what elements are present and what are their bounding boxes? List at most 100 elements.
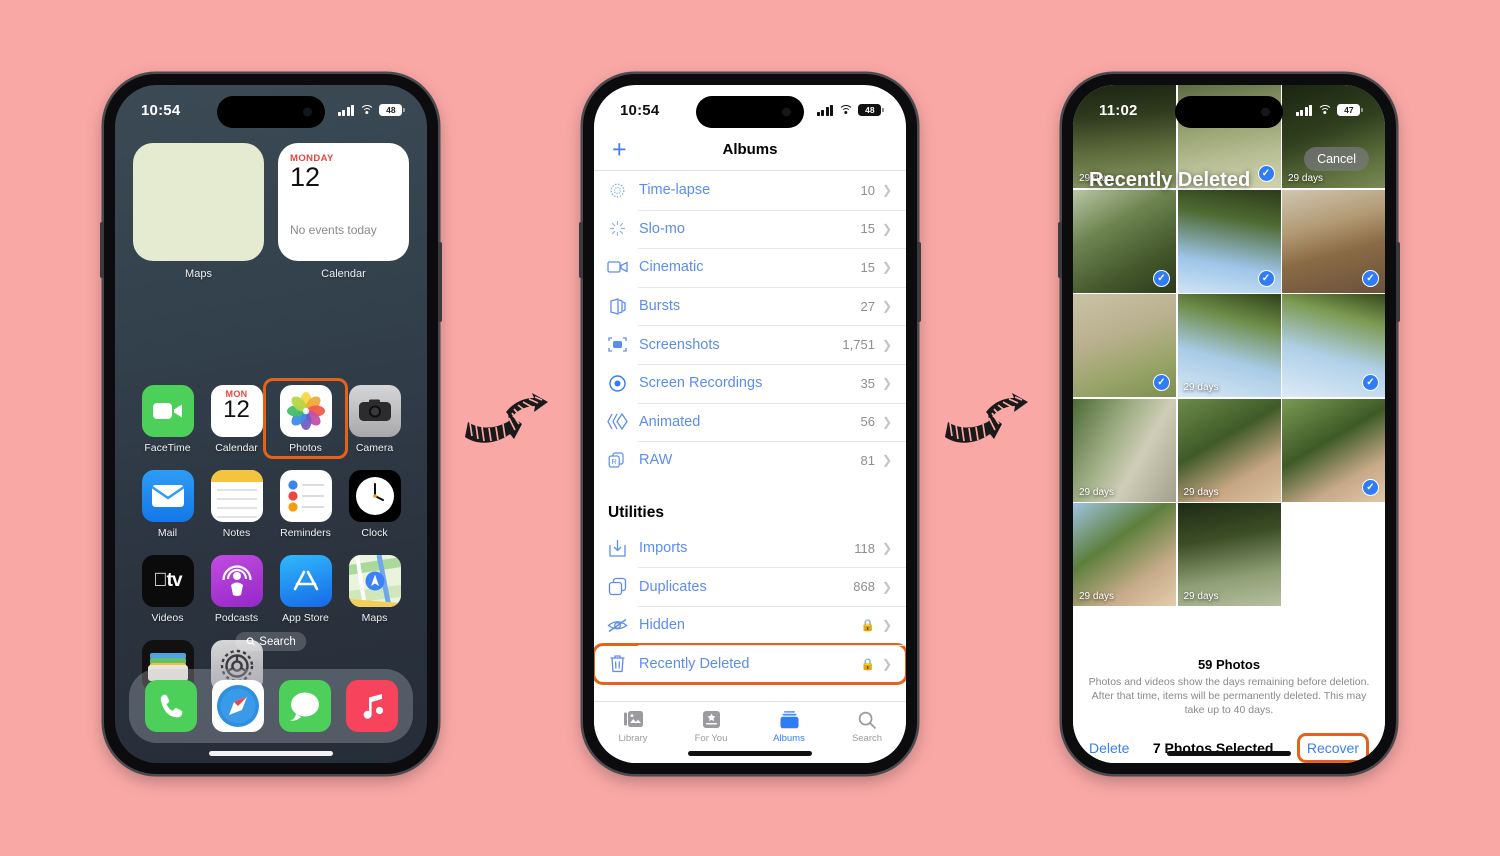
photo-empty-slot — [1282, 503, 1385, 606]
app-facetime[interactable]: FaceTime — [133, 385, 202, 454]
page-title: Recently Deleted — [1089, 169, 1251, 191]
album-count: 27 — [860, 298, 875, 314]
photo-cell[interactable]: 29 days — [1177, 398, 1281, 502]
music-icon[interactable] — [345, 680, 398, 732]
selected-check-icon: ✓ — [1257, 165, 1275, 182]
app-maps[interactable]: Maps — [340, 555, 409, 624]
album-name: Duplicates — [639, 578, 707, 595]
photo-cell[interactable]: ✓ — [1282, 294, 1385, 397]
album-row-time-lapse[interactable]: Time-lapse 10 ❯ — [594, 171, 906, 210]
safari-icon[interactable] — [211, 680, 264, 732]
album-count: 118 — [854, 540, 875, 556]
photo-cell[interactable]: ✓ — [1177, 189, 1281, 293]
album-name: Hidden — [639, 617, 685, 634]
photo-cell[interactable]: ✓ — [1282, 189, 1385, 293]
cancel-button[interactable]: Cancel — [1304, 147, 1369, 171]
album-count: 56 — [860, 414, 875, 430]
tab-search[interactable]: Search — [828, 709, 906, 744]
album-count: 1,751 — [842, 337, 875, 353]
album-row-raw[interactable]: R RAW 81 ❯ — [594, 441, 906, 480]
app-photos[interactable]: Photos — [263, 378, 348, 459]
tab-for-you[interactable]: For You — [672, 709, 750, 744]
delete-button[interactable]: Delete — [1089, 740, 1129, 756]
app-reminders[interactable]: Reminders — [271, 470, 340, 539]
chevron-right-icon: ❯ — [881, 618, 892, 633]
battery-icon: 48 — [379, 104, 405, 116]
phone-2-albums-screen: 10:54 48 + Albums Time-lapse 10 ❯ Slo-mo… — [579, 74, 921, 774]
maps-widget-surface[interactable] — [133, 143, 264, 261]
album-name: RAW — [639, 452, 673, 469]
album-row-hidden[interactable]: Hidden 🔒 ❯ — [594, 605, 906, 645]
svg-text:R: R — [611, 457, 617, 466]
album-count: 81 — [860, 452, 875, 468]
album-row-animated[interactable]: Animated 56 ❯ — [594, 402, 906, 442]
footer-actions: Delete 7 Photos Selected Recover — [1087, 733, 1371, 763]
app-calendar[interactable]: MON 12 Calendar — [202, 385, 271, 454]
photo-cell[interactable]: 29 days — [1177, 294, 1281, 397]
wifi-icon — [359, 104, 375, 116]
slomo-icon — [606, 217, 629, 240]
app-notes[interactable]: Notes — [202, 470, 271, 539]
plus-icon[interactable]: + — [612, 137, 627, 161]
album-list[interactable]: Time-lapse 10 ❯ Slo-mo 15 ❯ Cinematic 15… — [594, 171, 906, 701]
photo-cell[interactable]: 29 days — [1073, 503, 1176, 606]
widget-maps[interactable]: Maps — [133, 143, 264, 280]
home-screen: 10:54 48 Maps MONDAY 12 No events today … — [115, 85, 427, 763]
album-name: Imports — [639, 540, 688, 557]
chevron-right-icon: ❯ — [881, 183, 892, 198]
recently-deleted-screen: 29 days ✓ 29 days ✓ ✓ ✓ ✓ 29 days ✓ 29 d… — [1073, 85, 1385, 763]
footer-description: Photos and videos show the days remainin… — [1088, 676, 1370, 717]
album-row-recently-deleted[interactable]: Recently Deleted 🔒 ❯ — [594, 642, 906, 686]
battery-level: 47 — [1337, 104, 1361, 116]
calendar-icon-day: 12 — [223, 396, 250, 423]
app-videos[interactable]: tv Videos — [133, 555, 202, 624]
app-camera[interactable]: Camera — [340, 385, 409, 454]
search-pill[interactable]: Search — [235, 632, 307, 651]
album-name: Recently Deleted — [639, 655, 750, 672]
app-mail[interactable]: Mail — [133, 470, 202, 539]
selected-check-icon: ✓ — [1362, 269, 1379, 287]
album-row-screenshots[interactable]: Screenshots 1,751 ❯ — [594, 325, 906, 364]
album-name: Slo-mo — [639, 220, 685, 237]
calendar-widget-surface[interactable]: MONDAY 12 No events today — [278, 143, 409, 261]
messages-icon[interactable] — [278, 680, 331, 732]
chevron-right-icon: ❯ — [881, 337, 892, 352]
recover-button[interactable]: Recover — [1296, 733, 1369, 763]
photo-cell[interactable]: ✓ — [1282, 398, 1385, 502]
battery-level: 48 — [858, 104, 882, 116]
chevron-right-icon: ❯ — [881, 376, 892, 391]
tab-library[interactable]: Library — [594, 709, 672, 744]
appstore-icon — [279, 555, 332, 607]
album-row-screen-recordings[interactable]: Screen Recordings 35 ❯ — [594, 363, 906, 403]
cellular-bars-icon — [337, 104, 355, 116]
reminders-icon — [279, 470, 332, 522]
album-row-bursts[interactable]: Bursts 27 ❯ — [594, 286, 906, 326]
app-podcasts[interactable]: Podcasts — [202, 555, 271, 624]
album-row-duplicates[interactable]: Duplicates 868 ❯ — [594, 567, 906, 606]
tab-label: For You — [694, 733, 728, 744]
photo-cell[interactable]: 29 days — [1073, 398, 1176, 502]
album-row-imports[interactable]: Imports 118 ❯ — [594, 529, 906, 568]
app-appstore[interactable]: App Store — [271, 555, 340, 624]
album-row-cinematic[interactable]: Cinematic 15 ❯ — [594, 248, 906, 287]
widget-calendar[interactable]: MONDAY 12 No events today Calendar — [278, 143, 409, 280]
library-icon — [623, 709, 643, 730]
photo-cell-empty — [1282, 503, 1385, 606]
photo-cell[interactable]: ✓ — [1073, 189, 1176, 293]
bursts-icon — [606, 295, 629, 318]
search-pill-label: Search — [259, 635, 296, 648]
album-count: 15 — [860, 259, 875, 275]
wifi-icon — [838, 104, 854, 116]
tab-albums[interactable]: Albums — [750, 709, 828, 744]
phone-icon[interactable] — [144, 680, 197, 732]
photo-days-remaining: 29 days — [1079, 591, 1115, 602]
photos-icon — [279, 385, 332, 437]
photo-cell[interactable]: 29 days — [1177, 503, 1281, 606]
app-clock[interactable]: Clock — [340, 470, 409, 539]
photo-cell[interactable]: ✓ — [1073, 294, 1176, 397]
battery-level: 48 — [379, 104, 403, 116]
lock-icon: 🔒 — [860, 620, 875, 633]
duplicates-icon — [606, 575, 629, 598]
app-label: Camera — [355, 442, 394, 454]
album-row-slo-mo[interactable]: Slo-mo 15 ❯ — [594, 209, 906, 249]
